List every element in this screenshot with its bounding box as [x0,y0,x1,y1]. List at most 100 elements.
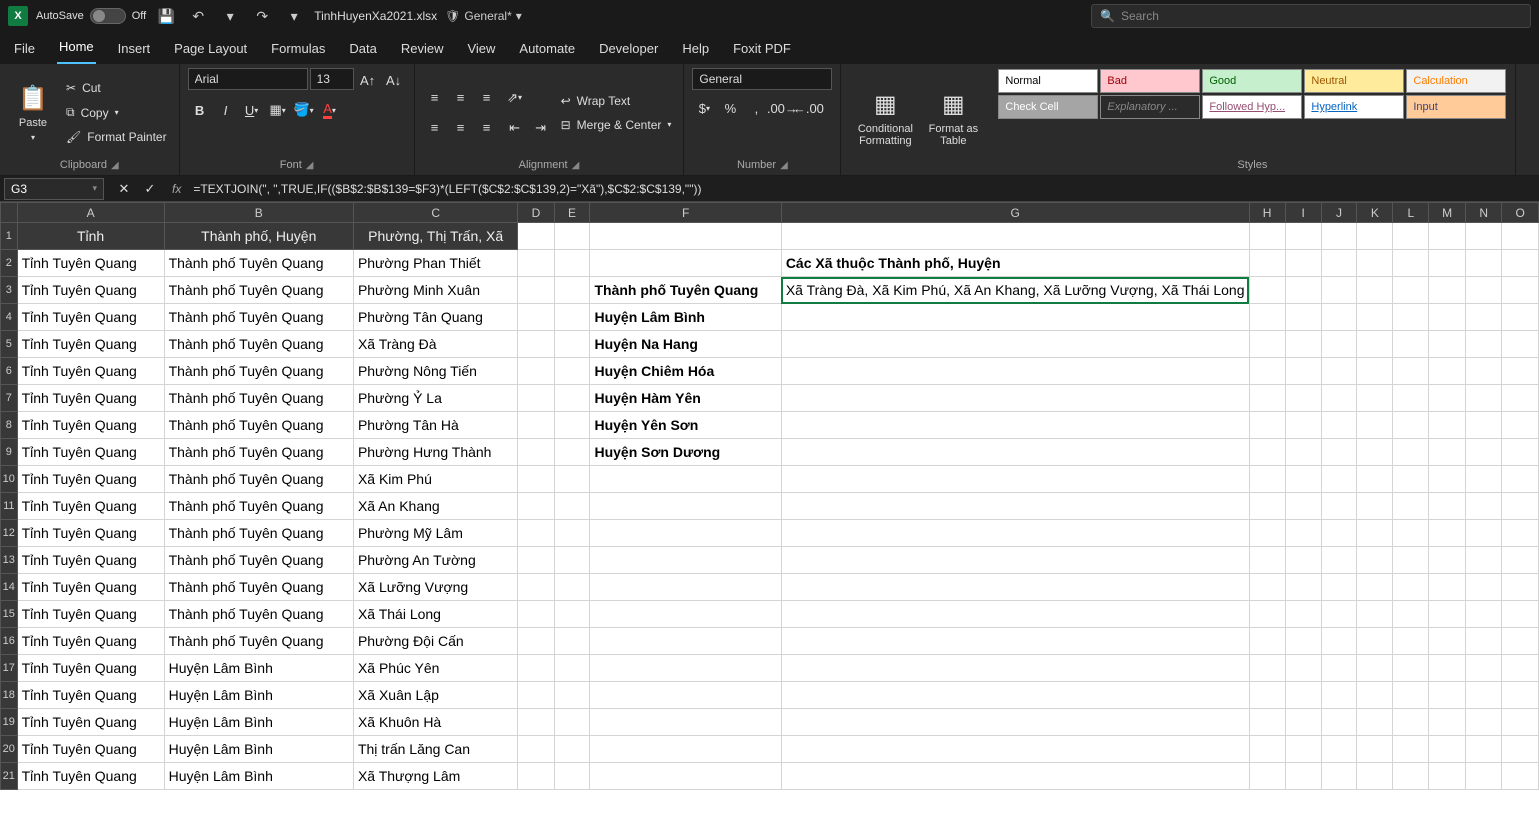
cell-H9[interactable] [1249,439,1285,466]
cell-L13[interactable] [1393,547,1429,574]
row-header[interactable]: 1 [1,223,18,250]
cell-D9[interactable] [518,439,554,466]
conditional-formatting-button[interactable]: ▦ Conditional Formatting [849,83,921,155]
cell-J17[interactable] [1321,655,1357,682]
cell-D2[interactable] [518,250,554,277]
column-header-N[interactable]: N [1466,203,1502,223]
cell-D14[interactable] [518,574,554,601]
cell-J19[interactable] [1321,709,1357,736]
cell-E16[interactable] [554,628,590,655]
cell-L7[interactable] [1393,385,1429,412]
cell-I3[interactable] [1285,277,1321,304]
align-middle-button[interactable]: ≡ [449,86,473,110]
row-header[interactable]: 9 [1,439,18,466]
cell-E11[interactable] [554,493,590,520]
cell-L16[interactable] [1393,628,1429,655]
cell-M14[interactable] [1429,574,1466,601]
cell-L21[interactable] [1393,763,1429,790]
cell-G12[interactable] [781,520,1249,547]
cell-C7[interactable]: Phường Ỷ La [353,385,517,412]
cell-F15[interactable] [590,601,781,628]
cell-D19[interactable] [518,709,554,736]
font-name-select[interactable] [188,68,308,90]
cell-C10[interactable]: Xã Kim Phú [353,466,517,493]
cell-F3[interactable]: Thành phố Tuyên Quang [590,277,781,304]
cell-B20[interactable]: Huyện Lâm Bình [164,736,353,763]
cell-L11[interactable] [1393,493,1429,520]
cell-G19[interactable] [781,709,1249,736]
cell-F19[interactable] [590,709,781,736]
cell-I8[interactable] [1285,412,1321,439]
cell-M5[interactable] [1429,331,1466,358]
paste-button[interactable]: 📋 Paste ▾ [8,77,58,149]
cell-K11[interactable] [1357,493,1393,520]
column-header-E[interactable]: E [554,203,590,223]
cell-J13[interactable] [1321,547,1357,574]
cell-K4[interactable] [1357,304,1393,331]
row-header[interactable]: 10 [1,466,18,493]
row-header[interactable]: 7 [1,385,18,412]
cell-M9[interactable] [1429,439,1466,466]
dialog-launcher-icon[interactable]: ◢ [572,160,580,171]
cell-O16[interactable] [1502,628,1539,655]
cell-J9[interactable] [1321,439,1357,466]
redo-button[interactable]: ↷ [250,4,274,28]
cell-C6[interactable]: Phường Nông Tiến [353,358,517,385]
cell-A19[interactable]: Tỉnh Tuyên Quang [17,709,164,736]
row-header[interactable]: 6 [1,358,18,385]
cell-B12[interactable]: Thành phố Tuyên Quang [164,520,353,547]
font-color-button[interactable]: A▾ [318,98,342,122]
search-input[interactable]: 🔍 Search [1091,4,1531,28]
spreadsheet-grid[interactable]: ABCDEFGHIJKLMNO1TỉnhThành phố, HuyệnPhườ… [0,202,1539,824]
cell-J4[interactable] [1321,304,1357,331]
cell-G6[interactable] [781,358,1249,385]
cell-K13[interactable] [1357,547,1393,574]
cell-H19[interactable] [1249,709,1285,736]
cell-H3[interactable] [1249,277,1285,304]
cancel-formula-button[interactable]: ✕ [112,177,136,201]
cell-M8[interactable] [1429,412,1466,439]
cell-O14[interactable] [1502,574,1539,601]
cell-C12[interactable]: Phường Mỹ Lâm [353,520,517,547]
italic-button[interactable]: I [214,98,238,122]
cell-F9[interactable]: Huyện Sơn Dương [590,439,781,466]
cell-B21[interactable]: Huyện Lâm Bình [164,763,353,790]
cell-D21[interactable] [518,763,554,790]
cell-J21[interactable] [1321,763,1357,790]
formula-input[interactable] [187,178,1539,200]
cell-C5[interactable]: Xã Tràng Đà [353,331,517,358]
cell-H21[interactable] [1249,763,1285,790]
bold-button[interactable]: B [188,98,212,122]
sensitivity-label[interactable]: 🛡 General* ▾ [445,9,522,23]
cell-B14[interactable]: Thành phố Tuyên Quang [164,574,353,601]
cell-I18[interactable] [1285,682,1321,709]
cell-C14[interactable]: Xã Lưỡng Vượng [353,574,517,601]
dialog-launcher-icon[interactable]: ◢ [111,160,119,171]
row-header[interactable]: 4 [1,304,18,331]
cell-A13[interactable]: Tỉnh Tuyên Quang [17,547,164,574]
cell-E21[interactable] [554,763,590,790]
cell-D17[interactable] [518,655,554,682]
cell-J11[interactable] [1321,493,1357,520]
cell-A5[interactable]: Tỉnh Tuyên Quang [17,331,164,358]
undo-button[interactable]: ↶ [186,4,210,28]
cell-K5[interactable] [1357,331,1393,358]
cell-E6[interactable] [554,358,590,385]
cell-H15[interactable] [1249,601,1285,628]
cell-C11[interactable]: Xã An Khang [353,493,517,520]
cell-H11[interactable] [1249,493,1285,520]
cell-N3[interactable] [1466,277,1502,304]
cell-F17[interactable] [590,655,781,682]
cell-A4[interactable]: Tỉnh Tuyên Quang [17,304,164,331]
cell-H16[interactable] [1249,628,1285,655]
cell-F10[interactable] [590,466,781,493]
cell-G11[interactable] [781,493,1249,520]
orientation-button[interactable]: ⇗▾ [503,86,527,110]
row-header[interactable]: 20 [1,736,18,763]
cell-N13[interactable] [1466,547,1502,574]
cell-O5[interactable] [1502,331,1539,358]
cell-G4[interactable] [781,304,1249,331]
cell-H17[interactable] [1249,655,1285,682]
cell-B18[interactable]: Huyện Lâm Bình [164,682,353,709]
cell-A3[interactable]: Tỉnh Tuyên Quang [17,277,164,304]
